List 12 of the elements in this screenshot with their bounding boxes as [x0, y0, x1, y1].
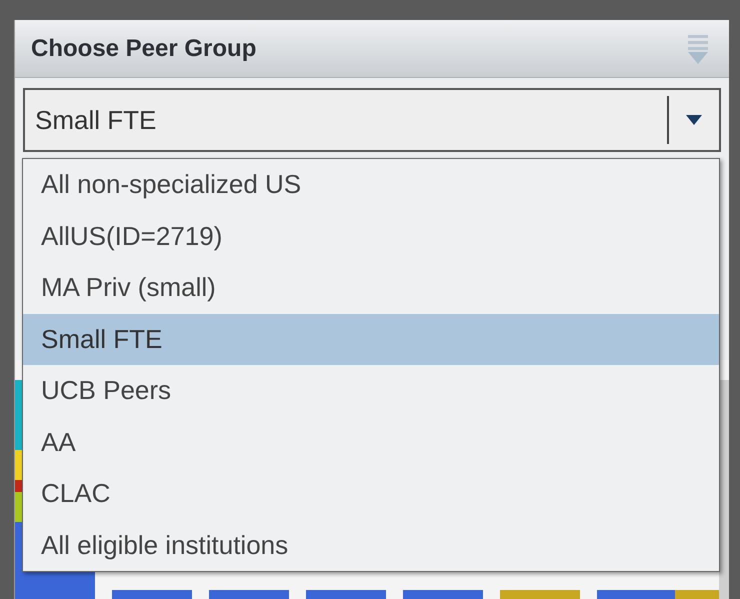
caret-icon: [686, 115, 702, 125]
peer-group-dropdown[interactable]: Small FTE: [23, 88, 721, 152]
dropdown-option[interactable]: All non-specialized US: [23, 159, 719, 210]
dropdown-option[interactable]: AllUS(ID=2719): [23, 210, 719, 262]
dropdown-option[interactable]: All eligible institutions: [23, 520, 719, 571]
dropdown-option[interactable]: CLAC: [23, 468, 719, 520]
panel-title: Choose Peer Group: [31, 34, 256, 62]
dropdown-option[interactable]: MA Priv (small): [23, 262, 719, 314]
dropdown-option[interactable]: Small FTE: [23, 314, 719, 365]
dropdown-option[interactable]: UCB Peers: [23, 365, 719, 416]
collapse-icon[interactable]: [687, 32, 709, 64]
dropdown-option[interactable]: AA: [23, 416, 719, 468]
